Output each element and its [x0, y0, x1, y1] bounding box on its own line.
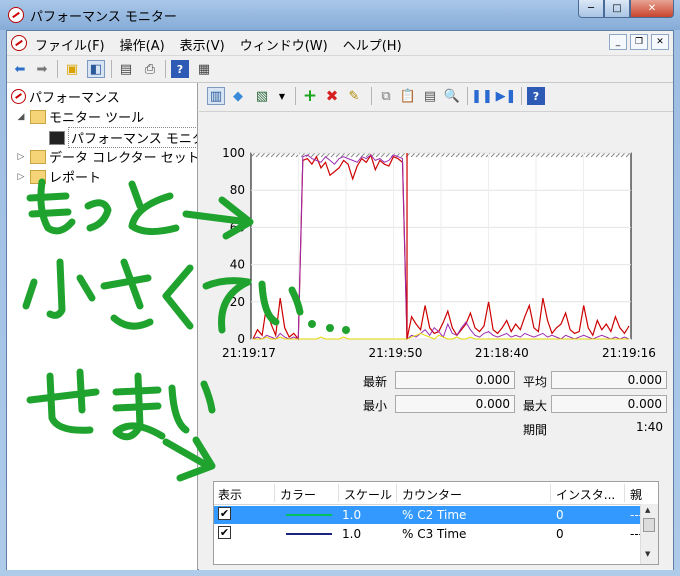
update-data-icon[interactable]: ▶❚ [496, 87, 517, 105]
freeze-display-icon[interactable]: ❚❚ [471, 87, 493, 105]
y-tick-label: 0 [237, 332, 245, 346]
forward-icon[interactable]: ➡ [33, 60, 51, 78]
minimize-button[interactable]: ─ [578, 0, 604, 18]
y-tick-label: 60 [230, 220, 245, 234]
performance-chart[interactable]: 100 80 60 40 20 0 21:19:17 21:19:50 21:18:40 21:1… [199, 113, 673, 360]
show-checkbox[interactable]: ✔ [218, 507, 231, 520]
perfmon-app-icon[interactable] [8, 7, 24, 23]
col-scale[interactable]: スケール [344, 486, 392, 503]
mdi-system-icon[interactable] [11, 35, 27, 51]
color-swatch [286, 514, 332, 516]
add-counter-icon[interactable]: + [301, 86, 319, 106]
collapsed-arrow-icon[interactable]: ▷ [15, 172, 27, 182]
change-graph-type-icon[interactable]: ▧ [253, 87, 271, 105]
copy-properties-icon[interactable]: ⧉ [377, 87, 395, 105]
x-tick-label: 21:19:50 [368, 346, 422, 358]
x-tick-label: 21:19:17 [222, 346, 276, 358]
tree-item-reports[interactable]: ▷ レポート [15, 167, 101, 186]
col-parent[interactable]: 親 [630, 486, 642, 503]
export-list-icon[interactable]: ▤ [117, 60, 135, 78]
main-toolbar: ⬅ ➡ ▣ ◧ ▤ ⎙ ? ▦ [7, 56, 673, 83]
chart-svg[interactable]: 100 80 60 40 20 021:19:17 21:19:50 21:18:40 21:1… [199, 113, 673, 360]
latest-label: 最新 [363, 375, 388, 389]
delete-counter-icon[interactable]: ✖ [323, 87, 341, 105]
tree-item-performance-monitor[interactable]: パフォーマンス モニタ [49, 127, 197, 148]
tree-item-monitor-tools[interactable]: ◢ モニター ツール [15, 107, 144, 126]
close-button[interactable]: ✕ [630, 0, 674, 18]
view-graph-icon[interactable]: ▥ [207, 87, 225, 105]
mdi-close-button[interactable]: ✕ [651, 34, 669, 50]
client-area: ファイル(F) 操作(A) 表示(V) ウィンドウ(W) ヘルプ(H) _ ❐ … [6, 30, 674, 570]
latest-value: 0.000 [395, 371, 515, 389]
average-label: 平均 [523, 375, 548, 389]
main-window: パフォーマンス モニター ─ □ ✕ ファイル(F) 操作(A) 表示(V) ウ… [0, 0, 680, 576]
show-checkbox[interactable]: ✔ [218, 526, 231, 539]
color-swatch [286, 533, 332, 535]
menu-action[interactable]: 操作(A) [120, 35, 165, 54]
x-tick-label: 21:19:16 [602, 346, 656, 358]
mdi-minimize-button[interactable]: _ [609, 34, 627, 50]
statistics-panel: 最新 0.000 平均 0.000 最小 0.000 最大 0.000 期間 1… [199, 371, 673, 463]
mdi-restore-button[interactable]: ❐ [630, 34, 648, 50]
maximum-value: 0.000 [551, 395, 667, 413]
minimum-value: 0.000 [395, 395, 515, 413]
counter-list-header: 表示 カラー スケール カウンター インスタ... 親 [214, 482, 658, 505]
tree-item-data-collector-sets[interactable]: ▷ データ コレクター セット [15, 147, 197, 166]
title-bar[interactable]: パフォーマンス モニター ─ □ ✕ [0, 0, 680, 30]
menu-window[interactable]: ウィンドウ(W) [240, 35, 328, 54]
monitor-pane: ▥ ◆ ▧ ▼ + ✖ ✎ ⧉ 📋 ▤ 🔍 ❚❚ ▶❚ ? 100 80 60 … [199, 83, 673, 570]
scrollbar-thumb[interactable] [643, 518, 655, 532]
menu-help[interactable]: ヘルプ(H) [343, 35, 402, 54]
table-row[interactable]: ✔ 1.0 % C3 Time 0 --- [214, 525, 643, 543]
menu-view[interactable]: 表示(V) [180, 35, 225, 54]
counter-list-scrollbar[interactable]: ▲ ▼ [640, 504, 658, 564]
window-title: パフォーマンス モニター [30, 10, 177, 25]
folder-icon [30, 109, 46, 124]
y-tick-label: 20 [230, 295, 245, 309]
back-icon[interactable]: ⬅ [11, 60, 29, 78]
average-value: 0.000 [551, 371, 667, 389]
y-tick-label: 40 [230, 258, 245, 272]
show-hide-tree-icon[interactable]: ◧ [87, 60, 105, 78]
performance-icon [11, 89, 26, 104]
folder-icon [30, 169, 46, 184]
minimum-label: 最小 [363, 399, 388, 413]
folder-icon [30, 149, 46, 164]
col-counter[interactable]: カウンター [402, 486, 462, 503]
navigation-tree: パフォーマンス ◢ モニター ツール パフォーマンス モニタ ▷ データ コレク… [7, 83, 198, 570]
x-tick-label: 21:18:40 [475, 346, 529, 358]
tree-item-performance[interactable]: パフォーマンス [11, 87, 120, 106]
maximize-button[interactable]: □ [604, 0, 630, 18]
view-current-activity-icon[interactable]: ◆ [229, 87, 247, 105]
expanded-arrow-icon[interactable]: ◢ [15, 112, 27, 122]
highlight-icon[interactable]: ✎ [345, 87, 363, 105]
scroll-up-arrow-icon[interactable]: ▲ [645, 506, 650, 514]
menu-bar: ファイル(F) 操作(A) 表示(V) ウィンドウ(W) ヘルプ(H) _ ❐ … [7, 31, 673, 56]
help-icon[interactable]: ? [527, 87, 545, 105]
y-tick-label: 80 [230, 183, 245, 197]
menu-file[interactable]: ファイル(F) [35, 35, 105, 54]
y-tick-label: 100 [222, 146, 245, 160]
table-row[interactable]: ✔ 1.0 % C2 Time 0 --- [214, 506, 643, 524]
help-icon[interactable]: ? [171, 60, 189, 78]
monitor-chart-icon [49, 130, 65, 145]
duration-value: 1:40 [636, 420, 663, 434]
dropdown-arrow-icon[interactable]: ▼ [273, 87, 291, 105]
up-folder-icon[interactable]: ▣ [63, 60, 81, 78]
collapsed-arrow-icon[interactable]: ▷ [15, 152, 27, 162]
maximum-label: 最大 [523, 399, 548, 413]
counter-list: 表示 カラー スケール カウンター インスタ... 親 ✔ 1.0 % C2 T… [213, 481, 659, 565]
properties-icon[interactable]: ▤ [421, 87, 439, 105]
col-instance[interactable]: インスタ... [556, 486, 615, 503]
col-show[interactable]: 表示 [218, 486, 242, 503]
col-color[interactable]: カラー [280, 486, 316, 503]
properties-icon[interactable]: ▦ [195, 60, 213, 78]
print-icon[interactable]: ⎙ [141, 60, 159, 78]
paste-counter-list-icon[interactable]: 📋 [399, 87, 417, 105]
scroll-down-arrow-icon[interactable]: ▼ [645, 550, 650, 558]
duration-label: 期間 [523, 423, 548, 437]
zoom-icon[interactable]: 🔍 [443, 87, 461, 105]
monitor-toolbar: ▥ ◆ ▧ ▼ + ✖ ✎ ⧉ 📋 ▤ 🔍 ❚❚ ▶❚ ? [199, 83, 673, 112]
